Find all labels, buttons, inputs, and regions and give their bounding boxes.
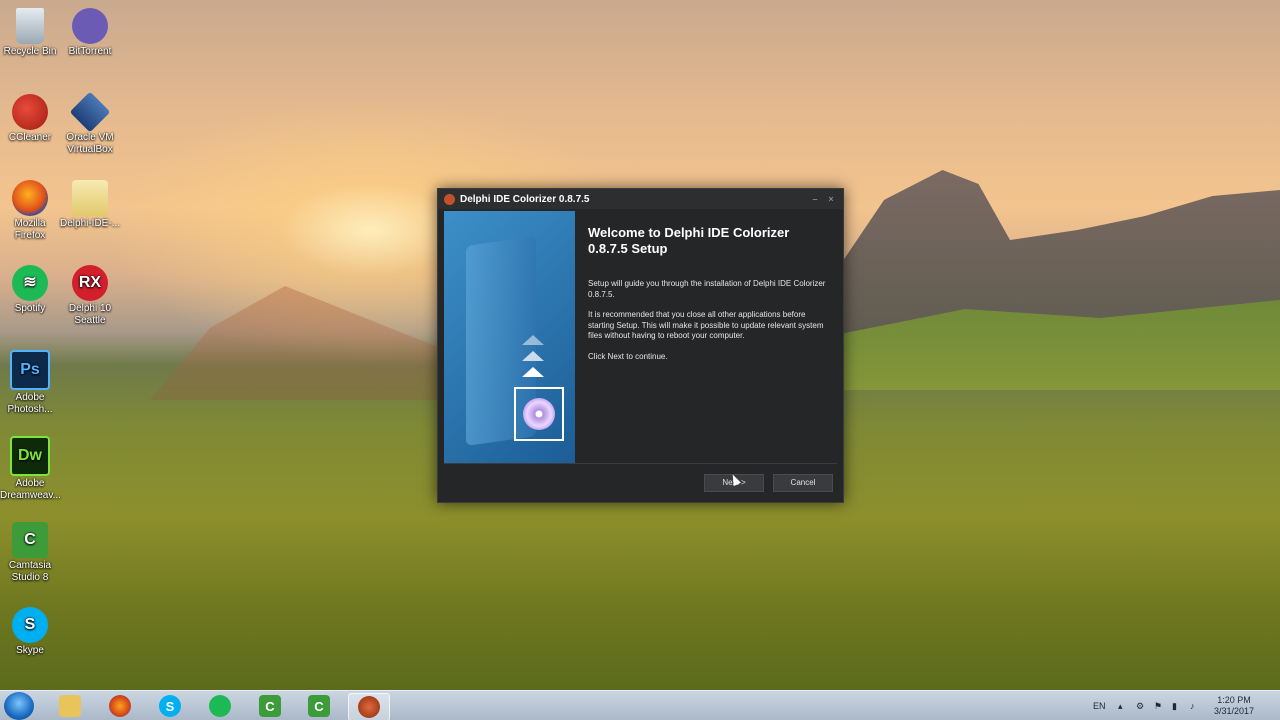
clock-date: 3/31/2017 — [1213, 706, 1255, 716]
folder-icon — [72, 180, 108, 216]
recommendation-text: It is recommended that you close all oth… — [588, 310, 824, 340]
cancel-button[interactable]: Cancel — [773, 474, 833, 492]
folder-icon — [59, 695, 81, 717]
taskbar-item-delphi-installer[interactable] — [348, 693, 390, 720]
continue-text: Click Next to continue. — [588, 351, 668, 361]
welcome-heading: Welcome to Delphi IDE Colorizer 0.8.7.5 … — [588, 225, 790, 256]
intro-text: Setup will guide you through the install… — [588, 279, 826, 299]
skype-icon: S — [12, 607, 48, 643]
up-arrow-icon — [522, 335, 544, 345]
taskbar-item-explorer[interactable] — [50, 693, 90, 719]
button-divider — [444, 463, 837, 464]
desktop-icon-label: Adobe Dreamweav... — [0, 478, 61, 501]
camtasia-icon: C — [12, 522, 48, 558]
desktop-icon-firefox[interactable]: Mozilla Firefox — [0, 180, 60, 242]
dreamweaver-icon: Dw — [10, 436, 50, 476]
up-arrow-icon — [522, 367, 544, 377]
delphi-rx-icon: RX — [72, 265, 108, 301]
desktop-icon-virtualbox[interactable]: Oracle VM VirtualBox — [60, 91, 120, 156]
installer-window[interactable]: Delphi IDE Colorizer 0.8.7.5 – × Welcome… — [437, 188, 844, 503]
close-icon[interactable]: × — [825, 193, 837, 205]
firefox-icon — [109, 695, 131, 717]
window-title: Delphi IDE Colorizer 0.8.7.5 — [460, 193, 590, 205]
camtasia-icon: C — [259, 695, 281, 717]
desktop-icon-spotify[interactable]: ≋ Spotify — [0, 265, 60, 315]
desktop-icon-label: Camtasia Studio 8 — [8, 560, 52, 583]
taskbar: S C C EN ▴ ⚙ ⚑ ▮ ♪ 1:20 PM 3/31/2017 — [0, 690, 1280, 720]
taskbar-item-camtasia-studio[interactable]: C — [299, 693, 339, 719]
action-center-icon[interactable]: ⚑ — [1154, 691, 1162, 720]
desktop-icon-delphi-folder[interactable]: Delphi-IDE-... — [60, 180, 120, 230]
desktop-icon-label: Delphi 10 Seattle — [68, 303, 112, 326]
desktop-icon-photoshop[interactable]: Ps Adobe Photosh... — [0, 350, 60, 416]
desktop-icon-camtasia[interactable]: C Camtasia Studio 8 — [0, 522, 60, 584]
system-clock[interactable]: 1:20 PM 3/31/2017 — [1208, 695, 1260, 717]
spotify-icon — [209, 695, 231, 717]
desktop-icon-label: Adobe Photosh... — [7, 392, 53, 415]
desktop-icon-label: Delphi-IDE-... — [60, 218, 121, 229]
desktop-icon-recycle-bin[interactable]: Recycle Bin — [0, 8, 60, 58]
desktop-icon-label: Oracle VM VirtualBox — [66, 132, 114, 155]
distant-mountains — [150, 286, 450, 400]
desktop-icon-dreamweaver[interactable]: Dw Adobe Dreamweav... — [0, 436, 61, 502]
photoshop-icon: Ps — [10, 350, 50, 390]
disc-icon — [514, 387, 564, 441]
desktop-icon-label: Spotify — [14, 303, 46, 314]
desktop-icon-skype[interactable]: S Skype — [0, 607, 60, 657]
virtualbox-icon — [69, 91, 111, 133]
installer-hero-image — [444, 211, 575, 463]
window-titlebar[interactable]: Delphi IDE Colorizer 0.8.7.5 – × — [438, 189, 843, 209]
firefox-icon — [12, 180, 48, 216]
desktop-icon-bittorrent[interactable]: BitTorrent — [60, 8, 120, 58]
delphi-icon — [358, 696, 380, 718]
desktop-icon-label: Skype — [16, 645, 44, 656]
up-arrow-icon — [522, 351, 544, 361]
start-button[interactable] — [4, 692, 34, 720]
camtasia-icon: C — [308, 695, 330, 717]
desktop-icon-label: BitTorrent — [68, 46, 112, 57]
taskbar-item-camtasia-recorder[interactable]: C — [250, 693, 290, 719]
taskbar-item-spotify[interactable] — [200, 693, 240, 719]
minimize-icon[interactable]: – — [809, 193, 821, 205]
desktop-icon-label: CCleaner — [8, 132, 52, 143]
signal-icon[interactable]: ▮ — [1172, 691, 1177, 720]
desktop-icon-label: Recycle Bin — [3, 46, 57, 57]
show-hidden-icons-icon[interactable]: ▴ — [1118, 691, 1123, 720]
network-tray-icon[interactable]: ⚙ — [1136, 691, 1144, 720]
spotify-icon: ≋ — [12, 265, 48, 301]
skype-icon: S — [159, 695, 181, 717]
app-icon — [444, 193, 455, 205]
volume-icon[interactable]: ♪ — [1190, 691, 1195, 720]
taskbar-item-firefox[interactable] — [100, 693, 140, 719]
language-indicator[interactable]: EN — [1093, 691, 1106, 720]
recycle-bin-icon — [16, 8, 44, 44]
desktop-icon-ccleaner[interactable]: CCleaner — [0, 94, 60, 144]
bittorrent-icon — [72, 8, 108, 44]
welcome-content: Welcome to Delphi IDE Colorizer 0.8.7.5 … — [588, 225, 828, 372]
desktop-icon-label: Mozilla Firefox — [14, 218, 46, 241]
clock-time: 1:20 PM — [1217, 695, 1251, 705]
ccleaner-icon — [12, 94, 48, 130]
taskbar-item-skype[interactable]: S — [150, 693, 190, 719]
desktop-icon-delphi-seattle[interactable]: RX Delphi 10 Seattle — [60, 265, 120, 327]
